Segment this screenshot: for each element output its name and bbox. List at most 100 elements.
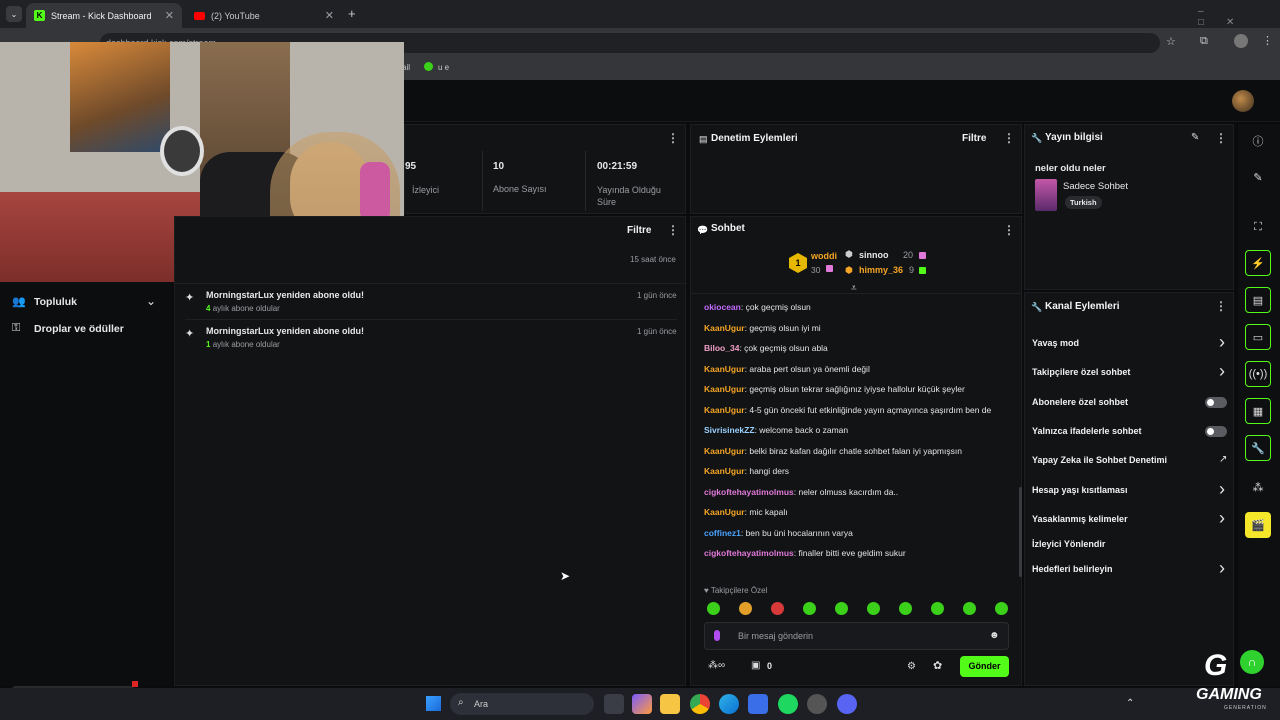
close-icon[interactable]: ✕ <box>165 9 174 22</box>
tools-icon[interactable]: 🔧 <box>1245 435 1271 461</box>
tab-list-button[interactable]: ⌄ <box>6 6 22 22</box>
emote-icon[interactable] <box>931 602 944 615</box>
discord-icon[interactable] <box>837 694 857 714</box>
gear-icon[interactable]: ⚙ <box>907 661 916 672</box>
channel-action-row[interactable]: İzleyici Yönlendir <box>1025 536 1235 554</box>
info-icon[interactable]: ⓘ <box>1245 128 1271 154</box>
lightning-icon[interactable]: ⚡ <box>1245 250 1271 276</box>
channel-action-row[interactable]: Yalnızca ifadelerle sohbet <box>1025 423 1235 441</box>
chevron-right-icon[interactable]: › <box>1219 479 1225 500</box>
chat-scrollbar[interactable] <box>1019 487 1022 577</box>
filter-button[interactable]: Filtre <box>962 133 986 144</box>
toggle-switch[interactable] <box>1205 426 1227 437</box>
edit-icon[interactable]: ✎ <box>1245 164 1271 190</box>
channel-action-row[interactable]: Takipçilere özel sohbet › <box>1025 361 1235 382</box>
chat-username[interactable]: cigkoftehayatimolmus <box>704 487 794 497</box>
external-link-icon[interactable]: ↗ <box>1219 454 1227 465</box>
emote-icon[interactable] <box>739 602 752 615</box>
window-controls[interactable]: –□✕ <box>1198 6 1280 28</box>
emote-icon[interactable] <box>771 602 784 615</box>
emote-icon[interactable] <box>867 602 880 615</box>
chat-username[interactable]: Biloo_34 <box>704 343 739 353</box>
obs-icon[interactable] <box>807 694 827 714</box>
channel-action-row[interactable]: Hedefleri belirleyin › <box>1025 558 1235 579</box>
chat-username[interactable]: cigkoftehayatimolmus <box>704 548 794 558</box>
menu-dots-icon[interactable]: ⋮ <box>1003 223 1015 237</box>
system-tray-chevron-icon[interactable]: ⌃ <box>1126 698 1134 709</box>
new-tab-button[interactable]: + <box>348 6 356 21</box>
chat-username[interactable]: KaanUgur <box>704 405 745 415</box>
rank-badge: 1 <box>789 253 807 273</box>
layout-icon[interactable]: ▦ <box>1245 398 1271 424</box>
chat-username[interactable]: SivrisinekZZ <box>704 425 755 435</box>
channel-action-row[interactable]: Yasaklanmış kelimeler › <box>1025 508 1235 529</box>
chat-text: : belki biraz kafan dağılır chatle sohbe… <box>744 445 962 456</box>
taskbar-search[interactable]: ⌕ Ara <box>450 693 594 715</box>
chevron-right-icon[interactable]: › <box>1219 332 1225 353</box>
extensions-icon[interactable]: ⧉ <box>1200 35 1208 48</box>
chat-username[interactable]: KaanUgur <box>704 446 745 456</box>
focus-icon[interactable]: ⛶ <box>1245 214 1271 240</box>
clapperboard-icon[interactable]: 🎬 <box>1245 512 1271 538</box>
edit-pencil-icon[interactable]: ✎ <box>1191 132 1199 143</box>
store-icon[interactable]: ▣ <box>751 660 760 671</box>
chat-username[interactable]: okiocean <box>704 302 741 312</box>
chat-input-box[interactable]: Bir mesaj gönderin ☻ <box>704 622 1009 650</box>
chat-username[interactable]: KaanUgur <box>704 507 745 517</box>
chevron-down-icon[interactable]: ⌄ <box>146 294 156 308</box>
copilot-icon[interactable] <box>632 694 652 714</box>
chat-username[interactable]: coffinez1 <box>704 528 741 538</box>
emote-icon[interactable] <box>899 602 912 615</box>
tab-youtube[interactable]: (2) YouTube ✕ <box>186 3 342 28</box>
left-sidebar: 👥 Topluluk ⌄ ⚿ Droplar ve ödüller <box>0 282 172 686</box>
close-icon[interactable]: ✕ <box>325 9 334 22</box>
toggle-switch[interactable] <box>1205 397 1227 408</box>
users-infinity-icon[interactable]: ⁂∞ <box>708 660 725 671</box>
menu-dots-icon[interactable]: ⋮ <box>1215 131 1227 145</box>
chevron-right-icon[interactable]: › <box>1219 558 1225 579</box>
menu-dots-icon[interactable]: ⋮ <box>667 131 679 145</box>
windows-start-icon[interactable] <box>426 696 441 711</box>
emote-icon[interactable] <box>707 602 720 615</box>
puzzle-icon[interactable]: ✿ <box>933 659 942 672</box>
notes-icon[interactable]: ▤ <box>1245 287 1271 313</box>
channel-action-row[interactable]: Hesap yaşı kısıtlaması › <box>1025 479 1235 500</box>
chat-username[interactable]: KaanUgur <box>704 466 745 476</box>
microphone-icon[interactable] <box>714 630 720 641</box>
chevron-right-icon[interactable]: › <box>1219 508 1225 529</box>
emote-icon[interactable] <box>803 602 816 615</box>
menu-dots-icon[interactable]: ⋮ <box>1262 34 1273 47</box>
bookmark-item[interactable]: u e <box>438 63 449 72</box>
user-avatar[interactable] <box>1232 90 1254 112</box>
edge-icon[interactable] <box>719 694 739 714</box>
chat-icon[interactable]: ▭ <box>1245 324 1271 350</box>
filter-button[interactable]: Filtre <box>627 225 651 236</box>
chrome-icon[interactable] <box>690 694 710 714</box>
menu-dots-icon[interactable]: ⋮ <box>1003 131 1015 145</box>
chat-username[interactable]: KaanUgur <box>704 323 745 333</box>
tab-kick-dashboard[interactable]: K Stream - Kick Dashboard ✕ <box>26 3 182 28</box>
task-view-icon[interactable] <box>604 694 624 714</box>
file-explorer-icon[interactable] <box>660 694 680 714</box>
category-name: Sadece Sohbet <box>1063 181 1128 192</box>
apps-icon[interactable]: ⁂ <box>1245 474 1271 500</box>
broadcast-icon[interactable]: ((•)) <box>1245 361 1271 387</box>
sidebar-item-community[interactable]: Topluluk <box>34 296 77 308</box>
channel-action-row[interactable]: Yapay Zeka ile Sohbet Denetimi ↗ <box>1025 452 1235 470</box>
menu-dots-icon[interactable]: ⋮ <box>667 223 679 237</box>
chevron-right-icon[interactable]: › <box>1219 361 1225 382</box>
emote-icon[interactable] <box>835 602 848 615</box>
send-button[interactable]: Gönder <box>960 656 1009 677</box>
emoji-picker-icon[interactable]: ☻ <box>989 630 1000 641</box>
chat-username[interactable]: KaanUgur <box>704 384 745 394</box>
sidebar-item-drops[interactable]: Droplar ve ödüller <box>34 323 124 335</box>
channel-action-row[interactable]: Abonelere özel sohbet <box>1025 394 1235 412</box>
bookmark-star-icon[interactable]: ☆ <box>1166 35 1176 48</box>
channel-action-row[interactable]: Yavaş mod › <box>1025 332 1235 353</box>
emote-icon[interactable] <box>995 602 1008 615</box>
chat-username[interactable]: KaanUgur <box>704 364 745 374</box>
profile-avatar[interactable] <box>1234 34 1248 48</box>
store-app-icon[interactable] <box>748 694 768 714</box>
emote-icon[interactable] <box>963 602 976 615</box>
spotify-icon[interactable] <box>778 694 798 714</box>
